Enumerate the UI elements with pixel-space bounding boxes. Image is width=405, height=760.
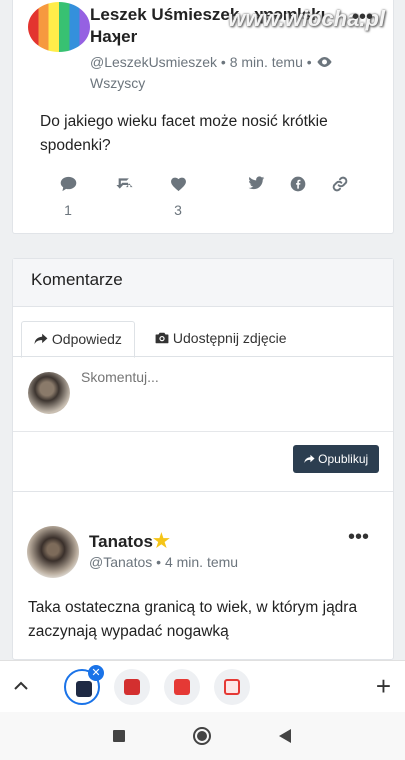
comment-author-name: Tanatos bbox=[89, 532, 153, 551]
star-icon: ★ bbox=[152, 531, 170, 552]
recents-icon[interactable] bbox=[113, 730, 125, 742]
home-icon[interactable] bbox=[193, 727, 211, 745]
comment-input[interactable] bbox=[81, 369, 381, 419]
comments-header: Komentarze bbox=[13, 259, 393, 307]
share-action[interactable] bbox=[109, 176, 139, 198]
new-tab-plus-icon[interactable]: + bbox=[376, 671, 391, 702]
facebook-icon bbox=[283, 176, 313, 198]
tab-favicon bbox=[224, 679, 240, 695]
back-icon[interactable] bbox=[279, 729, 291, 743]
eye-icon bbox=[316, 54, 333, 70]
twitter-icon bbox=[241, 176, 271, 198]
comment-meta: @Tanatos • 4 min. temu bbox=[89, 554, 238, 570]
comment-tabs: Odpowiedz Udostępnij zdjęcie bbox=[21, 321, 383, 358]
publish-label: Opublikuj bbox=[318, 452, 369, 466]
link-icon bbox=[325, 176, 355, 198]
tab-share-photo-label: Udostępnij zdjęcie bbox=[172, 330, 287, 346]
browser-tab-bar: ✕ + bbox=[0, 660, 405, 712]
meta-separator: • bbox=[220, 54, 230, 70]
twitter-share[interactable] bbox=[241, 176, 271, 198]
facebook-share[interactable] bbox=[283, 176, 313, 198]
camera-icon bbox=[155, 330, 173, 346]
post-time[interactable]: 8 min. temu bbox=[230, 54, 303, 70]
tab-share-photo[interactable]: Udostępnij zdjęcie bbox=[143, 321, 299, 357]
comment-icon bbox=[53, 176, 83, 198]
browser-tab[interactable] bbox=[114, 669, 150, 705]
comment-form: Opublikuj bbox=[13, 356, 393, 490]
browser-tab[interactable] bbox=[214, 669, 250, 705]
post-actions: 1 3 bbox=[13, 176, 393, 220]
tab-favicon bbox=[76, 681, 92, 697]
browser-tab[interactable] bbox=[164, 669, 200, 705]
post-more-button[interactable]: ••• bbox=[352, 7, 373, 27]
comment-more-button[interactable]: ••• bbox=[348, 527, 369, 547]
tab-reply[interactable]: Odpowiedz bbox=[21, 321, 135, 358]
close-icon[interactable]: ✕ bbox=[88, 665, 104, 681]
heart-icon bbox=[163, 176, 193, 198]
comment-item: Tanatos★ ••• @Tanatos • 4 min. temu Taka… bbox=[13, 491, 393, 661]
comment-author[interactable]: Tanatos★ bbox=[89, 530, 170, 553]
post-handle[interactable]: @LeszekUsmieszek bbox=[90, 54, 217, 70]
post-card: Leszek Uśmieszek - ʞɐǝıɐlskı Haʞer www.w… bbox=[12, 0, 394, 234]
tab-favicon bbox=[124, 679, 140, 695]
post-visibility: Wszyscy bbox=[90, 75, 146, 91]
meta-separator: • bbox=[156, 554, 165, 570]
like-action[interactable]: 3 bbox=[163, 176, 193, 218]
publish-button[interactable]: Opublikuj bbox=[293, 445, 379, 473]
tab-reply-label: Odpowiedz bbox=[51, 331, 122, 347]
post-text: Do jakiego wieku facet może nosić krótki… bbox=[40, 113, 328, 154]
comment-count: 1 bbox=[64, 202, 72, 218]
retweet-icon bbox=[109, 176, 139, 198]
comments-card: Komentarze Odpowiedz Udostępnij zdjęcie … bbox=[12, 258, 394, 660]
divider bbox=[13, 431, 393, 432]
meta-separator: • bbox=[306, 54, 316, 70]
post-meta: @LeszekUsmieszek • 8 min. temu • Wszyscy bbox=[90, 52, 390, 94]
commenter-avatar[interactable] bbox=[27, 526, 79, 578]
author-avatar[interactable] bbox=[28, 2, 90, 52]
like-count: 3 bbox=[174, 202, 182, 218]
user-avatar bbox=[28, 372, 70, 414]
chevron-up-icon[interactable] bbox=[14, 675, 28, 696]
comment-time[interactable]: 4 min. temu bbox=[165, 554, 238, 570]
copy-link[interactable] bbox=[325, 176, 355, 198]
browser-tab-active[interactable]: ✕ bbox=[64, 665, 104, 705]
tab-favicon bbox=[174, 679, 190, 695]
reply-icon bbox=[34, 331, 52, 347]
comment-handle[interactable]: @Tanatos bbox=[89, 554, 152, 570]
system-nav-bar bbox=[0, 712, 405, 760]
comment-action[interactable]: 1 bbox=[53, 176, 83, 218]
comment-text: Taka ostateczna granicą to wiek, w który… bbox=[28, 599, 358, 640]
share-icon bbox=[304, 452, 318, 466]
